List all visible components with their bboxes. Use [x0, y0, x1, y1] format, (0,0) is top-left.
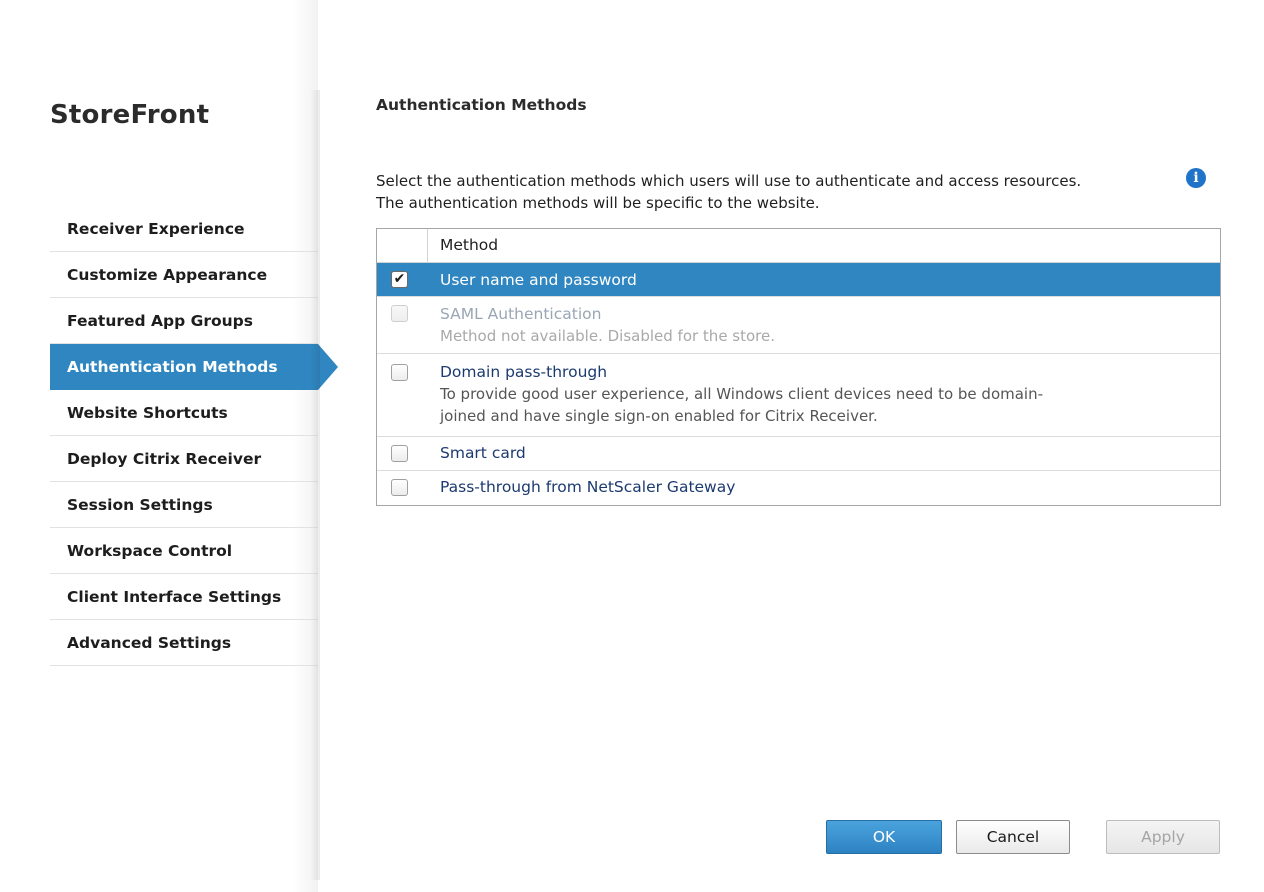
method-note-line-2: joined and have single sign-on enabled f…	[440, 407, 878, 425]
apply-button[interactable]: Apply	[1106, 820, 1220, 854]
sidebar-item-featured-app-groups[interactable]: Featured App Groups	[50, 298, 318, 344]
method-name: Pass-through from NetScaler Gateway	[440, 478, 736, 496]
app-title: StoreFront	[50, 100, 210, 130]
sidebar: StoreFront Receiver Experience Customize…	[0, 0, 338, 892]
cancel-button[interactable]: Cancel	[956, 820, 1070, 854]
sidebar-item-deploy-citrix-receiver[interactable]: Deploy Citrix Receiver	[50, 436, 318, 482]
checkbox-saml	[391, 305, 408, 322]
storefront-dialog: StoreFront Receiver Experience Customize…	[0, 0, 1264, 892]
checkbox-netscaler-pass-through[interactable]	[391, 479, 408, 496]
method-note: Method not available. Disabled for the s…	[440, 327, 776, 345]
sidebar-item-session-settings[interactable]: Session Settings	[50, 482, 318, 528]
methods-table: Method ✔ User name and password SAML Aut…	[376, 228, 1221, 506]
column-separator	[427, 229, 428, 262]
sidebar-item-client-interface-settings[interactable]: Client Interface Settings	[50, 574, 318, 620]
description-line-2: The authentication methods will be speci…	[376, 194, 820, 212]
checkbox-user-name-password[interactable]: ✔	[391, 271, 408, 288]
table-row-domain-pass-through[interactable]: Domain pass-through To provide good user…	[377, 354, 1220, 437]
method-name: Smart card	[440, 444, 526, 462]
table-header: Method	[377, 229, 1220, 263]
table-row-user-name-password[interactable]: ✔ User name and password	[377, 263, 1220, 297]
sidebar-divider	[310, 90, 320, 880]
description-line-1: Select the authentication methods which …	[376, 172, 1082, 190]
sidebar-item-website-shortcuts[interactable]: Website Shortcuts	[50, 390, 318, 436]
method-note-line-1: To provide good user experience, all Win…	[440, 385, 1044, 403]
table-row-saml: SAML Authentication Method not available…	[377, 297, 1220, 354]
sidebar-item-workspace-control[interactable]: Workspace Control	[50, 528, 318, 574]
column-header-method[interactable]: Method	[440, 229, 498, 262]
page-title: Authentication Methods	[376, 96, 587, 114]
info-icon[interactable]: i	[1186, 168, 1206, 188]
checkbox-domain-pass-through[interactable]	[391, 364, 408, 381]
table-row-netscaler-pass-through[interactable]: Pass-through from NetScaler Gateway	[377, 471, 1220, 505]
method-name: Domain pass-through	[440, 363, 608, 381]
sidebar-item-authentication-methods[interactable]: Authentication Methods	[50, 344, 338, 390]
main-panel: Authentication Methods Select the authen…	[376, 96, 1226, 506]
sidebar-item-advanced-settings[interactable]: Advanced Settings	[50, 620, 318, 666]
sidebar-nav: Receiver Experience Customize Appearance…	[50, 206, 338, 666]
sidebar-item-customize-appearance[interactable]: Customize Appearance	[50, 252, 318, 298]
description: Select the authentication methods which …	[376, 170, 1176, 214]
ok-button[interactable]: OK	[826, 820, 942, 854]
checkbox-smart-card[interactable]	[391, 445, 408, 462]
method-name: SAML Authentication	[440, 305, 602, 323]
method-name: User name and password	[440, 271, 637, 289]
table-row-smart-card[interactable]: Smart card	[377, 437, 1220, 471]
sidebar-item-receiver-experience[interactable]: Receiver Experience	[50, 206, 318, 252]
